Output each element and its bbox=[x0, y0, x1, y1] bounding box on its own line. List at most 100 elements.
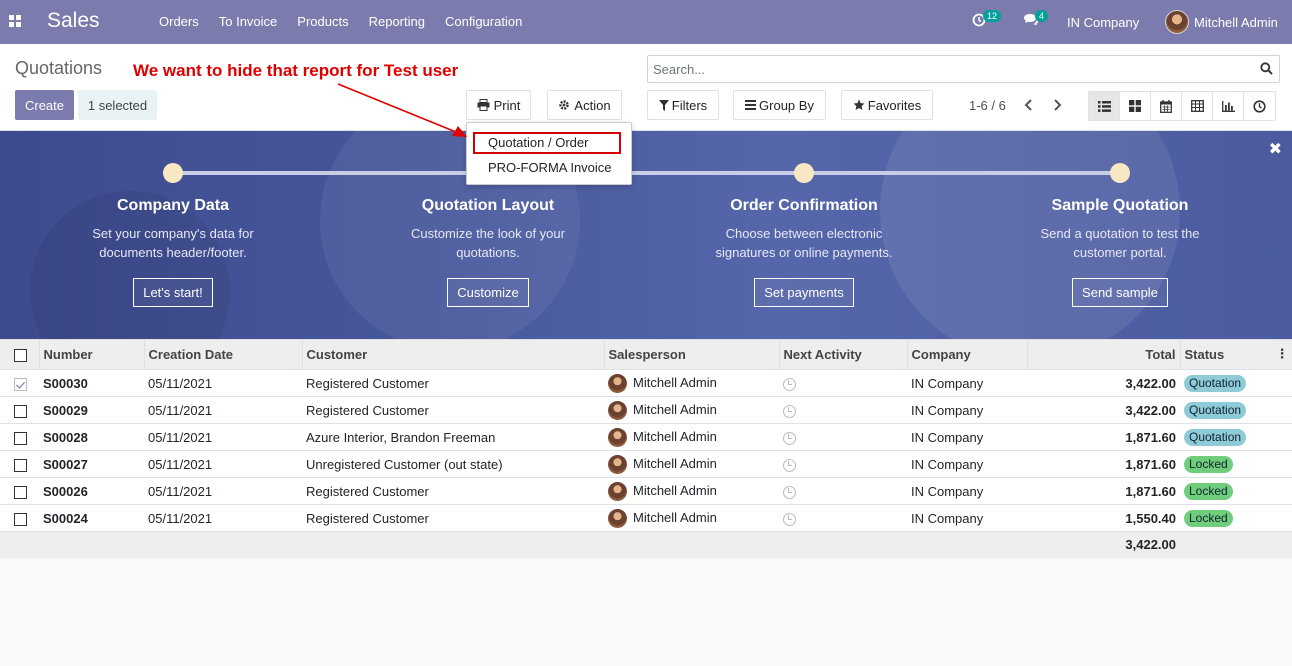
cell-customer: Registered Customer bbox=[302, 477, 604, 505]
activity-clock-icon[interactable] bbox=[783, 512, 796, 526]
cell-salesperson: Mitchell Admin bbox=[604, 396, 779, 424]
chevron-left-icon[interactable] bbox=[1024, 99, 1034, 111]
menu-products[interactable]: Products bbox=[297, 14, 348, 29]
column-status[interactable]: Status ⋮ bbox=[1180, 339, 1292, 370]
cell-customer: Registered Customer bbox=[302, 504, 604, 532]
menu-orders[interactable]: Orders bbox=[159, 14, 199, 29]
select-all-checkbox[interactable] bbox=[14, 349, 27, 363]
kanban-view-button[interactable] bbox=[1120, 92, 1151, 120]
list-icon bbox=[1097, 100, 1111, 112]
activity-clock-icon[interactable] bbox=[783, 458, 796, 472]
main-navbar: Sales Orders To Invoice Products Reporti… bbox=[0, 0, 1292, 44]
column-next-activity[interactable]: Next Activity bbox=[779, 339, 908, 370]
cell-creation-date: 05/11/2021 bbox=[144, 423, 302, 451]
cell-creation-date: 05/11/2021 bbox=[144, 477, 302, 505]
cell-total: 3,422.00 bbox=[1027, 369, 1180, 397]
row-checkbox[interactable] bbox=[14, 404, 27, 418]
progress-line bbox=[173, 171, 1120, 175]
row-checkbox[interactable] bbox=[14, 431, 27, 445]
menu-to-invoice[interactable]: To Invoice bbox=[219, 14, 278, 29]
cell-next-activity bbox=[779, 450, 907, 478]
clock-icon bbox=[1253, 99, 1266, 113]
table-row[interactable]: S00024 05/11/2021 Registered Customer Mitch… bbox=[0, 504, 1292, 532]
optional-columns-icon[interactable]: ⋮ bbox=[1276, 346, 1289, 362]
filters-label: Filters bbox=[671, 97, 708, 113]
graph-view-button[interactable] bbox=[1213, 92, 1244, 120]
app-name[interactable]: Sales bbox=[47, 9, 100, 33]
action-label: Action bbox=[574, 97, 611, 113]
cell-number: S00028 bbox=[39, 423, 144, 451]
apps-menu-icon[interactable] bbox=[9, 15, 22, 27]
table-row[interactable]: S00029 05/11/2021 Registered Customer Mitch… bbox=[0, 396, 1292, 424]
row-checkbox[interactable] bbox=[14, 458, 27, 472]
column-customer[interactable]: Customer bbox=[302, 339, 605, 370]
star-icon bbox=[853, 99, 865, 110]
create-button[interactable]: Create bbox=[15, 90, 74, 120]
search-input[interactable] bbox=[648, 56, 1238, 82]
cell-number: S00029 bbox=[39, 396, 144, 424]
step-quotation-layout: Quotation Layout Customize the look of y… bbox=[358, 197, 618, 307]
cell-salesperson: Mitchell Admin bbox=[604, 450, 779, 478]
cell-next-activity bbox=[779, 369, 907, 397]
calendar-view-button[interactable] bbox=[1151, 92, 1182, 120]
activity-view-button[interactable] bbox=[1244, 92, 1275, 120]
step-dot-3 bbox=[794, 163, 814, 183]
lets-start-button[interactable]: Let's start! bbox=[133, 278, 213, 307]
menu-reporting[interactable]: Reporting bbox=[369, 14, 425, 29]
step-description: Choose between electronic signatures or o… bbox=[715, 226, 893, 260]
user-menu[interactable]: Mitchell Admin bbox=[1165, 0, 1278, 44]
dropdown-item-proforma-invoice[interactable]: PRO-FORMA Invoice bbox=[488, 160, 612, 175]
salesperson-avatar bbox=[608, 427, 627, 447]
table-row[interactable]: S00026 05/11/2021 Registered Customer Mitch… bbox=[0, 477, 1292, 505]
column-creation-date[interactable]: Creation Date bbox=[144, 339, 303, 370]
cell-creation-date: 05/11/2021 bbox=[144, 369, 302, 397]
row-checkbox[interactable] bbox=[14, 512, 27, 526]
column-company[interactable]: Company bbox=[907, 339, 1028, 370]
send-sample-button[interactable]: Send sample bbox=[1072, 278, 1168, 307]
activity-clock-icon[interactable] bbox=[783, 404, 796, 418]
row-checkbox[interactable] bbox=[14, 377, 27, 391]
activity-systray[interactable]: 12 bbox=[972, 10, 1002, 30]
control-panel: Quotations We want to hide that report f… bbox=[0, 44, 1292, 131]
step-dot-4 bbox=[1110, 163, 1130, 183]
status-badge: Quotation bbox=[1184, 374, 1247, 392]
column-number[interactable]: Number bbox=[39, 339, 145, 370]
dropdown-item-quotation-order[interactable]: Quotation / Order bbox=[488, 135, 588, 150]
activity-clock-icon[interactable] bbox=[783, 377, 796, 391]
cell-salesperson: Mitchell Admin bbox=[604, 504, 779, 532]
pivot-view-button[interactable] bbox=[1182, 92, 1213, 120]
activity-clock-icon[interactable] bbox=[783, 431, 796, 445]
set-payments-button[interactable]: Set payments bbox=[754, 278, 854, 307]
step-title: Company Data bbox=[116, 197, 230, 214]
table-row[interactable]: S00030 05/11/2021 Registered Customer Mitch… bbox=[0, 369, 1292, 397]
row-checkbox[interactable] bbox=[14, 485, 27, 499]
company-switcher[interactable]: IN Company bbox=[1067, 0, 1139, 44]
cell-total: 1,871.60 bbox=[1027, 450, 1180, 478]
cell-creation-date: 05/11/2021 bbox=[144, 396, 302, 424]
groupby-button[interactable]: Group By bbox=[733, 90, 826, 120]
search-icon[interactable] bbox=[1260, 62, 1273, 75]
cell-customer: Unregistered Customer (out state) bbox=[302, 450, 604, 478]
favorites-button[interactable]: Favorites bbox=[841, 90, 933, 120]
cell-salesperson: Mitchell Admin bbox=[604, 477, 779, 505]
pager-value[interactable]: 1-6 / 6 bbox=[969, 98, 1006, 113]
filters-button[interactable]: Filters bbox=[647, 90, 719, 120]
table-icon bbox=[1190, 100, 1204, 112]
table-row[interactable]: S00027 05/11/2021 Unregistered Customer (o… bbox=[0, 450, 1292, 478]
action-button[interactable]: Action bbox=[547, 90, 622, 120]
table-row[interactable]: S00028 05/11/2021 Azure Interior, Brandon … bbox=[0, 423, 1292, 451]
column-total[interactable]: Total bbox=[1027, 339, 1181, 370]
messaging-systray[interactable]: 4 bbox=[1023, 10, 1049, 30]
status-badge: Locked bbox=[1184, 509, 1233, 527]
column-salesperson[interactable]: Salesperson bbox=[604, 339, 780, 370]
print-dropdown-menu: Quotation / Order PRO-FORMA Invoice bbox=[466, 122, 632, 185]
cell-company: IN Company bbox=[907, 369, 1027, 397]
customize-button[interactable]: Customize bbox=[447, 278, 529, 307]
cell-number: S00024 bbox=[39, 504, 144, 532]
cell-status: Locked bbox=[1180, 450, 1292, 478]
activity-clock-icon[interactable] bbox=[783, 485, 796, 499]
list-view-button[interactable] bbox=[1089, 92, 1120, 120]
close-icon[interactable]: ✖ bbox=[1269, 139, 1282, 159]
menu-configuration[interactable]: Configuration bbox=[445, 14, 522, 29]
chevron-right-icon[interactable] bbox=[1052, 99, 1062, 111]
